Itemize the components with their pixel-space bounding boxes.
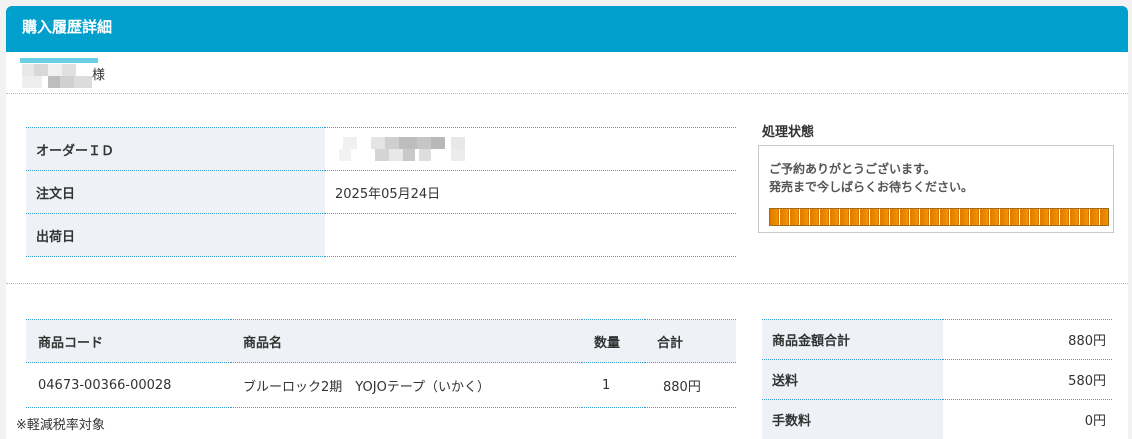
ship-date-value <box>325 213 736 257</box>
status-message: ご予約ありがとうございます。 発売まで今しばらくお待ちください。 <box>769 160 973 196</box>
item-name: ブルーロック2期 YOJOテープ（いかく） <box>231 362 582 408</box>
col-header-qty: 数量 <box>582 319 645 363</box>
ship-date-label: 出荷日 <box>26 213 325 257</box>
order-date-label: 注文日 <box>26 170 325 214</box>
order-id-mosaic <box>335 135 475 163</box>
shipping-label: 送料 <box>762 359 943 400</box>
order-id-row: オーダーＩＤ <box>26 127 736 171</box>
fee-label: 手数料 <box>762 399 943 439</box>
table-row: 04673-00366-00028 ブルーロック2期 YOJOテープ（いかく） … <box>26 362 736 408</box>
shipping-value: 580円 <box>943 359 1112 400</box>
ship-date-row: 出荷日 <box>26 213 736 257</box>
subtotal-label: 商品金額合計 <box>762 319 943 360</box>
status-progress-bar <box>769 208 1109 226</box>
order-info-table: オーダーＩＤ 注文日 2025年05月24日 出荷日 <box>26 127 736 257</box>
items-table: 商品コード 商品名 数量 合計 04673-00366-00028 ブルーロック… <box>26 319 736 408</box>
col-header-name: 商品名 <box>231 319 582 363</box>
order-date-value: 2025年05月24日 <box>325 170 736 214</box>
divider <box>6 93 1128 94</box>
totals-row: 手数料 0円 <box>762 399 1112 439</box>
page-title: 購入履歴詳細 <box>6 6 1128 52</box>
order-id-value <box>325 127 736 171</box>
customer-name: 様 <box>12 58 1112 94</box>
status-progress-fill <box>770 209 1108 225</box>
subtotal-value: 880円 <box>943 319 1112 360</box>
tax-note: ※軽減税率対象 <box>16 418 105 433</box>
status-message-line1: ご予約ありがとうございます。 <box>769 162 936 176</box>
status-box: ご予約ありがとうございます。 発売まで今しばらくお待ちください。 <box>758 145 1114 233</box>
item-total: 880円 <box>645 362 736 408</box>
customer-honorific: 様 <box>92 68 106 83</box>
item-code: 04673-00366-00028 <box>26 362 231 408</box>
totals-table: 商品金額合計 880円 送料 580円 手数料 0円 <box>762 319 1112 439</box>
fee-value: 0円 <box>943 399 1112 439</box>
order-date-row: 注文日 2025年05月24日 <box>26 170 736 214</box>
col-header-code: 商品コード <box>26 319 231 363</box>
item-qty: 1 <box>582 362 645 408</box>
col-header-total: 合計 <box>645 319 736 363</box>
order-id-label: オーダーＩＤ <box>26 127 325 171</box>
purchase-detail-panel: 購入履歴詳細 様 オーダーＩＤ 注文日 2025年05月24日 出荷日 処理状態… <box>6 6 1128 439</box>
items-header-row: 商品コード 商品名 数量 合計 <box>26 319 736 363</box>
totals-row: 商品金額合計 880円 <box>762 319 1112 360</box>
customer-name-mosaic <box>12 58 98 88</box>
divider <box>6 283 1128 284</box>
totals-row: 送料 580円 <box>762 359 1112 400</box>
status-message-line2: 発売まで今しばらくお待ちください。 <box>769 180 974 194</box>
status-title: 処理状態 <box>762 125 815 140</box>
